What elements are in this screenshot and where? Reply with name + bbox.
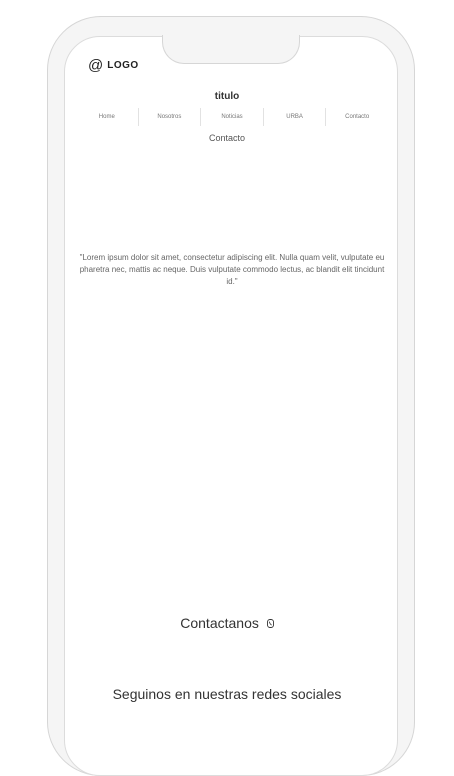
contact-label: Contactanos (180, 615, 259, 632)
main-nav: Home Nosotros Noticias URBA Contacto (76, 108, 388, 126)
phone-screen (64, 36, 398, 776)
logo-text: LOGO (107, 60, 139, 71)
nav-item-urba[interactable]: URBA (262, 108, 326, 126)
logo[interactable]: @ LOGO (88, 58, 139, 73)
phone-notch (162, 35, 300, 64)
nav-item-contacto[interactable]: Contacto (325, 108, 388, 126)
section-subtitle: Contacto (208, 133, 246, 143)
contact-section[interactable]: Contactanos (0, 614, 454, 631)
at-icon: @ (88, 57, 104, 74)
quote-text: "Lorem ipsum dolor sit amet, consectetur… (79, 253, 385, 286)
nav-item-noticias[interactable]: Noticias (200, 108, 263, 126)
social-heading: Seguinos en nuestras redes sociales (112, 686, 342, 702)
nav-item-home[interactable]: Home (76, 108, 138, 126)
nav-item-nosotros[interactable]: Nosotros (137, 108, 201, 126)
phone-icon (266, 618, 274, 628)
page-title: titulo (214, 91, 240, 102)
